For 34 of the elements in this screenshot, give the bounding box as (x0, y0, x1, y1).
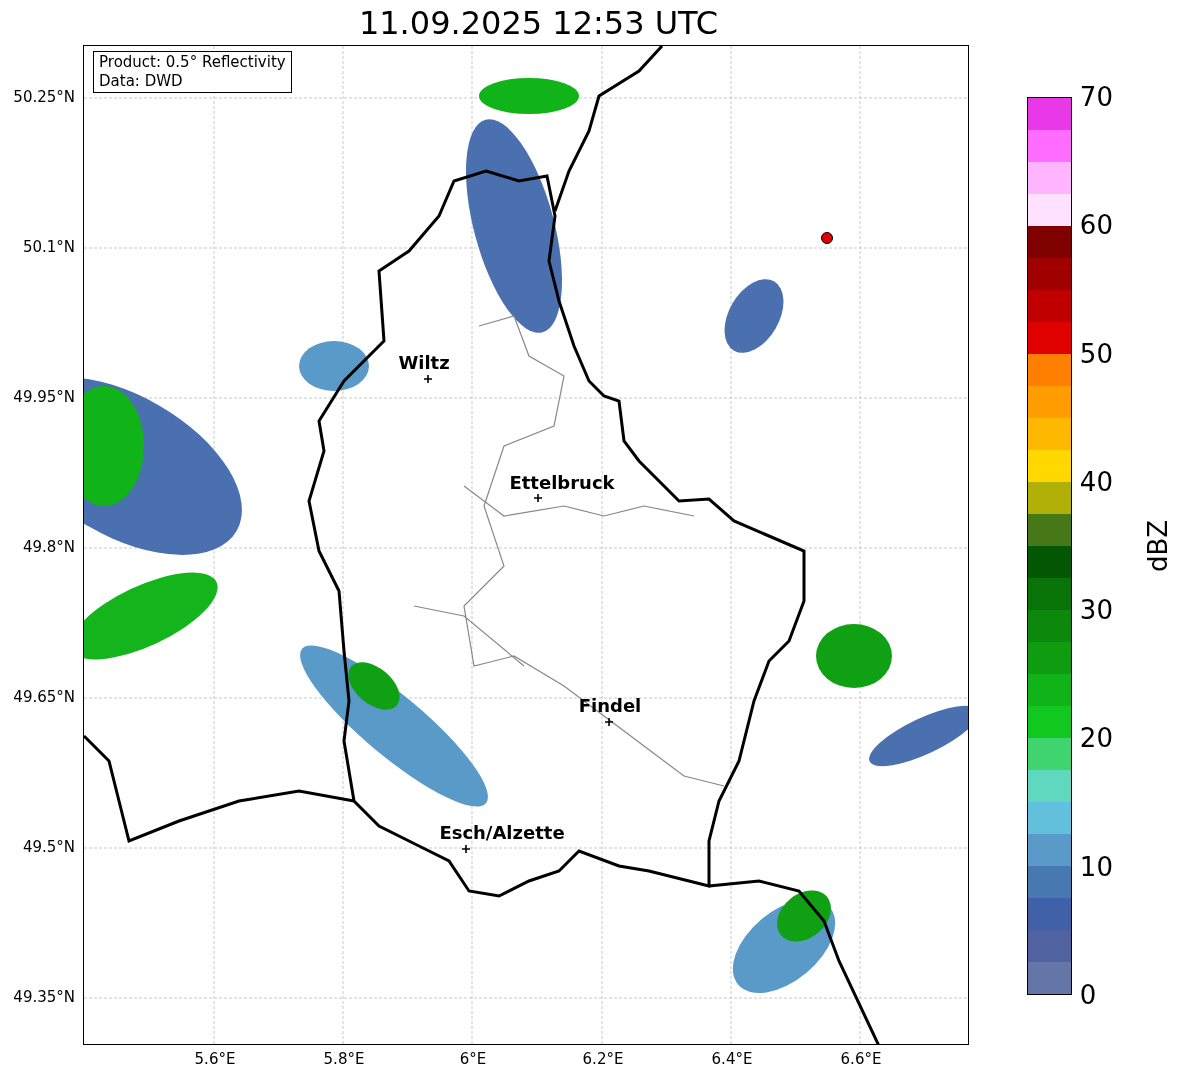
axis-tick-label: 49.5°N (22, 838, 75, 856)
colorbar-tick-label: 30 (1079, 595, 1113, 626)
colorbar-tick-label: 10 (1079, 851, 1113, 882)
city-label: Findel (578, 696, 642, 716)
info-text: Product: 0.5° Reflectivity (99, 53, 286, 72)
axis-tick-label: 6.6°E (840, 1050, 882, 1068)
colorbar-tick-label: 70 (1079, 82, 1113, 112)
city-label: Esch/Alzette (439, 823, 565, 843)
plus-marker-icon (462, 845, 470, 853)
axis-tick-label: 6°E (459, 1050, 487, 1068)
colorbar-tick-label: 60 (1079, 210, 1113, 241)
axis-tick-label: 50.25°N (13, 88, 75, 106)
city-label: Ettelbruck (509, 473, 615, 493)
colorbar-tick-label: 0 (1079, 980, 1097, 1010)
location-marker-icon (821, 232, 833, 244)
plus-marker-icon (424, 375, 432, 383)
axis-tick-label: 6.4°E (711, 1050, 753, 1068)
info-text: Data: DWD (99, 72, 184, 91)
plus-marker-icon (605, 718, 613, 726)
colorbar-tick-label: 20 (1079, 723, 1113, 754)
axis-tick-label: 49.65°N (13, 688, 75, 706)
axis-tick-label: 6.2°E (582, 1050, 624, 1068)
axis-tick-label: 50.1°N (22, 238, 75, 256)
axis-tick-label: 49.8°N (22, 538, 75, 556)
axis-tick-label: 5.6°E (194, 1050, 236, 1068)
colorbar-label: dBZ (1144, 519, 1171, 573)
axis-tick-label: 49.95°N (13, 388, 75, 406)
axis-tick-label: 49.35°N (13, 988, 75, 1006)
chart-title: 11.09.2025 12:53 UTC (358, 6, 719, 39)
colorbar-tick-label: 40 (1079, 466, 1113, 497)
colorbar-tick-label: 50 (1079, 338, 1113, 369)
plus-marker-icon (534, 494, 542, 502)
city-label: Wiltz (398, 353, 450, 373)
axis-tick-label: 5.8°E (323, 1050, 365, 1068)
